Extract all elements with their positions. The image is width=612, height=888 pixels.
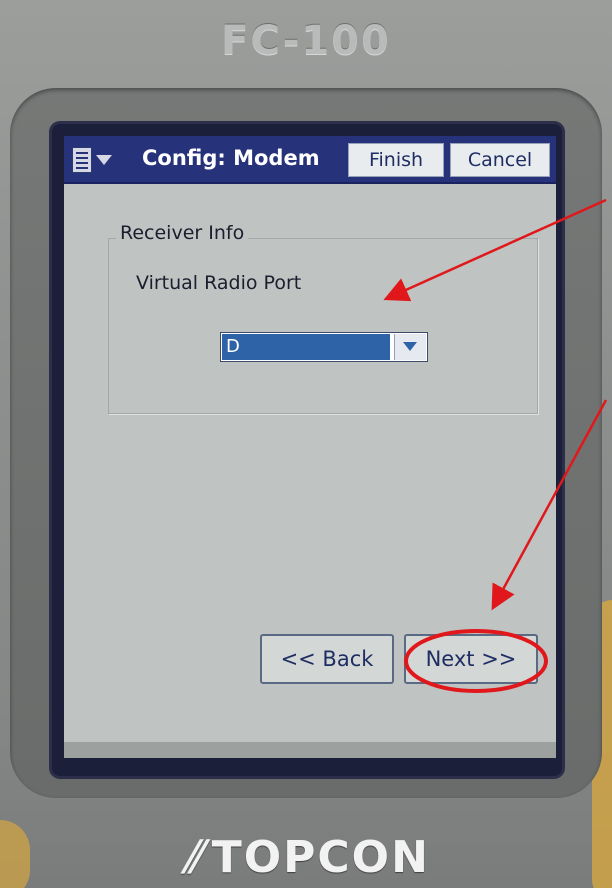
device-model-label: FC-100 (221, 18, 391, 64)
brand-name: TOPCON (211, 832, 430, 883)
brand-mark-icon: ⫽ (182, 832, 204, 883)
title-bar: Config: Modem Finish Cancel (64, 136, 556, 184)
back-button[interactable]: << Back (260, 634, 394, 684)
finish-button[interactable]: Finish (348, 143, 444, 177)
device-screen: Config: Modem Finish Cancel Receiver Inf… (64, 136, 556, 758)
virtual-radio-port-select[interactable]: D (220, 332, 428, 362)
next-button[interactable]: Next >> (404, 634, 538, 684)
virtual-radio-port-label: Virtual Radio Port (136, 272, 302, 294)
receiver-info-group (108, 238, 538, 414)
dropdown-arrow-icon[interactable] (394, 334, 426, 360)
brand-logo: ⫽ TOPCON (0, 832, 612, 883)
screen-bottom-edge (64, 742, 556, 758)
start-menu-button[interactable] (72, 144, 134, 176)
receiver-info-legend: Receiver Info (116, 222, 249, 244)
selected-port-value: D (222, 334, 390, 360)
cancel-button[interactable]: Cancel (450, 143, 550, 177)
chevron-down-icon (96, 155, 112, 165)
menu-icon (72, 147, 92, 173)
handheld-device: FC-100 Config: Modem Finish Cancel Recei… (0, 0, 612, 888)
page-title: Config: Modem (142, 146, 320, 170)
